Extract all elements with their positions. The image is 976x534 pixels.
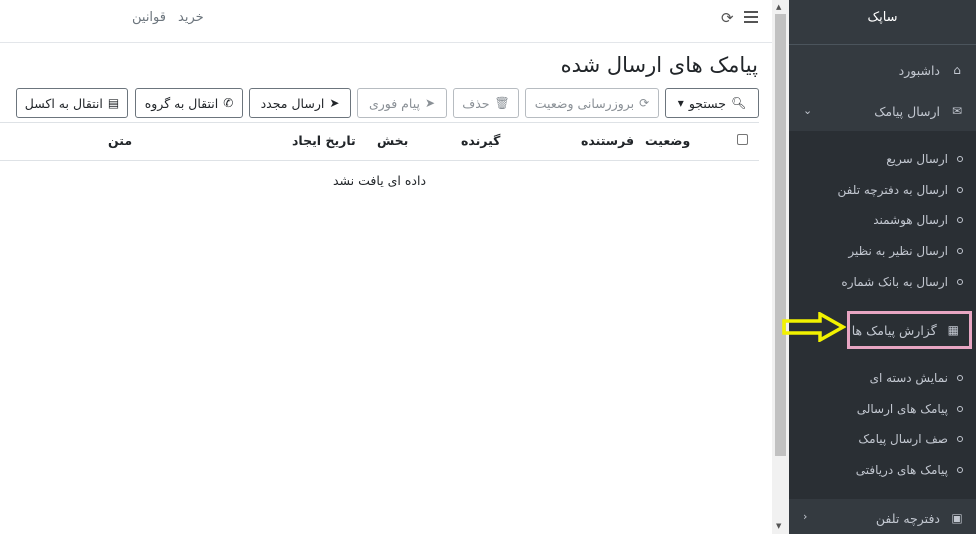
sub-item-smart-send[interactable]: ارسال هوشمند xyxy=(789,206,976,234)
scroll-down-arrow-icon[interactable]: ▼ xyxy=(776,522,781,530)
sidebar-item-label: گزارش پیامک ها xyxy=(851,322,937,338)
resend-button[interactable]: ➤ ارسال مجدد xyxy=(249,88,351,118)
column-receiver[interactable]: گیرنده xyxy=(461,133,500,148)
search-label: جستجو xyxy=(688,95,726,111)
arrow-annotation-icon xyxy=(782,312,846,342)
delete-button[interactable]: 🗑︎ حذف xyxy=(453,88,519,118)
table-header: وضعیت فرستنده گیرنده بخش تاریخ ایجاد متن xyxy=(0,122,759,161)
column-sender[interactable]: فرستنده xyxy=(581,133,634,148)
export-excel-button[interactable]: ▤ انتقال به اکسل xyxy=(16,88,128,118)
circle-icon xyxy=(957,187,963,193)
refresh-status-button[interactable]: ⟳ بروزرسانی وضعیت xyxy=(525,88,659,118)
instant-message-label: پیام فوری xyxy=(368,95,420,111)
column-section[interactable]: بخش xyxy=(377,133,408,148)
address-book-icon: ▣ xyxy=(951,511,963,525)
move-to-group-button[interactable]: ✆ انتقال به گروه xyxy=(135,88,243,118)
move-to-group-label: انتقال به گروه xyxy=(144,95,219,111)
sub-item-sent-messages[interactable]: پیامک های ارسالی xyxy=(789,395,976,423)
sub-item-label: ارسال سریع xyxy=(886,152,948,166)
sub-item-label: صف ارسال پیامک xyxy=(858,432,948,446)
sidebar-item-dashboard[interactable]: ⌂ داشبورد xyxy=(789,55,976,85)
sub-item-label: ارسال به دفترچه تلفن xyxy=(837,183,948,197)
column-text[interactable]: متن xyxy=(108,133,132,148)
sub-item-number-bank[interactable]: ارسال به بانک شماره xyxy=(789,268,976,296)
paper-plane-icon: ➤ xyxy=(424,96,436,110)
sub-item-send-queue[interactable]: صف ارسال پیامک xyxy=(789,425,976,453)
sub-item-peer-to-peer[interactable]: ارسال نظیر به نظیر xyxy=(789,237,976,265)
sync-icon: ⟳ xyxy=(639,96,650,110)
sub-item-label: پیامک های دریافتی xyxy=(855,463,948,477)
menu-icon[interactable] xyxy=(744,11,758,23)
sidebar-item-sms-reports[interactable]: ▦ گزارش پیامک ها xyxy=(850,314,969,346)
sub-item-label: نمایش دسته ای xyxy=(869,371,948,385)
phone-icon: ✆ xyxy=(223,96,234,110)
column-status[interactable]: وضعیت xyxy=(645,133,690,148)
resend-label: ارسال مجدد xyxy=(260,95,325,111)
circle-icon xyxy=(957,375,963,381)
circle-icon xyxy=(957,217,963,223)
brand-logo-text[interactable]: ساپک xyxy=(789,0,976,45)
sub-item-received-messages[interactable]: پیامک های دریافتی xyxy=(789,456,976,484)
sub-item-batch-view[interactable]: نمایش دسته ای xyxy=(789,364,976,392)
sub-item-label: پیامک های ارسالی xyxy=(856,402,948,416)
sub-item-label: ارسال هوشمند xyxy=(873,213,948,227)
circle-icon xyxy=(957,279,963,285)
buy-link[interactable]: خرید xyxy=(178,10,204,25)
main-content: قوانین خرید ⟳ پیامک های ارسال شده 🔍︎ جست… xyxy=(0,0,772,534)
column-created-at[interactable]: تاریخ ایجاد xyxy=(292,133,356,148)
sub-item-label: ارسال نظیر به نظیر xyxy=(848,244,948,258)
delete-label: حذف xyxy=(462,95,490,111)
instant-message-button[interactable]: ➤ پیام فوری xyxy=(357,88,447,118)
chevron-down-icon: ⌄ xyxy=(803,104,813,117)
sidebar-item-label: داشبورد xyxy=(898,62,940,78)
chevron-left-icon: ‹ xyxy=(803,510,808,523)
trash-icon: 🗑︎ xyxy=(494,96,510,110)
rules-link[interactable]: قوانین xyxy=(132,10,166,25)
export-excel-label: انتقال به اکسل xyxy=(24,95,103,111)
circle-icon xyxy=(957,467,963,473)
scroll-up-arrow-icon[interactable]: ▲ xyxy=(776,3,781,11)
refresh-status-label: بروزرسانی وضعیت xyxy=(534,95,635,111)
chart-area-icon: ▦ xyxy=(947,323,959,337)
home-icon: ⌂ xyxy=(953,63,961,77)
select-all-checkbox[interactable] xyxy=(737,134,748,145)
sidebar-item-send-sms[interactable]: ✉ ارسال پیامک ⌄ xyxy=(789,96,976,126)
top-navbar: قوانین خرید ⟳ xyxy=(0,0,772,43)
circle-icon xyxy=(957,156,963,162)
vertical-scrollbar[interactable]: ▲ ▼ xyxy=(772,0,789,534)
sidebar-item-phonebook[interactable]: ▣ دفترچه تلفن ‹ xyxy=(789,503,976,533)
excel-file-icon: ▤ xyxy=(107,96,120,110)
caret-down-icon: ▾ xyxy=(677,96,684,110)
circle-icon xyxy=(957,248,963,254)
refresh-icon[interactable]: ⟳ xyxy=(721,9,734,27)
sidebar-item-label: ارسال پیامک xyxy=(874,103,940,119)
search-button[interactable]: 🔍︎ جستجو ▾ xyxy=(665,88,759,118)
sub-item-quick-send[interactable]: ارسال سریع xyxy=(789,145,976,173)
sidebar: ساپک ⌂ داشبورد ✉ ارسال پیامک ⌄ ارسال سری… xyxy=(789,0,976,534)
scrollbar-thumb[interactable] xyxy=(775,14,786,456)
search-icon: 🔍︎ xyxy=(731,96,747,110)
sidebar-item-label: دفترچه تلفن xyxy=(875,510,940,526)
envelope-icon: ✉ xyxy=(951,104,963,118)
empty-table-message: داده ای یافت نشد xyxy=(332,173,427,188)
sub-item-send-phonebook[interactable]: ارسال به دفترچه تلفن xyxy=(789,176,976,204)
page-title: پیامک های ارسال شده xyxy=(560,53,758,77)
paper-plane-icon: ➤ xyxy=(329,96,340,110)
sub-item-label: ارسال به بانک شماره xyxy=(841,275,948,289)
circle-icon xyxy=(957,406,963,412)
circle-icon xyxy=(957,436,963,442)
